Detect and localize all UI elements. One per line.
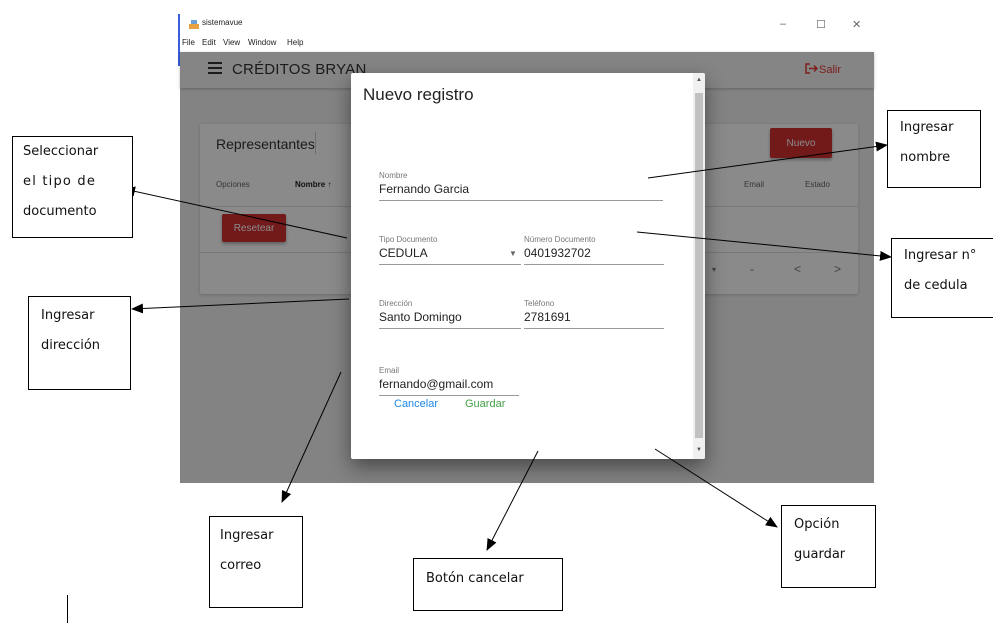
callout-line: correo [220,558,262,573]
telefono-input[interactable]: 2781691 [524,310,571,324]
close-button[interactable]: ✕ [852,18,861,31]
window-title: sistemavue [202,18,243,27]
tipo-documento-label: Tipo Documento [379,235,438,244]
callout-guardar: Opción guardar [781,505,876,588]
callout-line: de cedula [904,278,968,293]
callout-line: el tipo de [23,174,97,189]
dialog-scrollbar[interactable]: ▲ ▼ [693,73,705,459]
callout-line: documento [23,204,97,219]
numero-documento-input[interactable]: 0401932702 [524,246,591,260]
telefono-label: Teléfono [524,299,555,308]
callout-cancelar: Botón cancelar [413,558,563,611]
callout-line: Seleccionar [23,144,99,159]
menu-view[interactable]: View [223,38,240,47]
nombre-label: Nombre [379,171,408,180]
maximize-button[interactable]: ☐ [816,18,826,31]
callout-nombre: Ingresar nombre [887,110,981,188]
menu-window[interactable]: Window [248,38,276,47]
direccion-label: Dirección [379,299,413,308]
callout-tipo-documento: Seleccionar el tipo de documento [12,136,133,238]
email-underline [379,395,519,396]
nombre-underline [379,200,663,201]
direccion-underline [379,328,521,329]
numero-documento-underline [524,264,664,265]
save-button[interactable]: Guardar [465,398,505,410]
callout-line: Ingresar [900,120,954,135]
title-bar: sistemavue – ☐ ✕ [180,14,874,38]
minimize-button[interactable]: – [780,18,786,30]
cancel-button[interactable]: Cancelar [394,398,438,410]
tipo-documento-underline [379,264,521,265]
direccion-input[interactable]: Santo Domingo [379,310,462,324]
callout-line: Opción [794,517,840,532]
email-label: Email [379,366,400,375]
chevron-down-icon[interactable]: ▼ [509,249,517,258]
nombre-input[interactable]: Fernando Garcia [379,182,469,196]
callout-line: Ingresar [220,528,274,543]
menu-file[interactable]: File [182,38,195,47]
dialog-title: Nuevo registro [363,85,474,104]
text-cursor [67,595,68,623]
callout-line: Botón cancelar [426,571,524,586]
callout-correo: Ingresar correo [209,516,303,608]
callout-line: Ingresar [41,308,95,323]
callout-line: Ingresar n° [904,248,977,263]
email-input[interactable]: fernando@gmail.com [379,377,493,391]
menu-edit[interactable]: Edit [202,38,216,47]
tipo-documento-value[interactable]: CEDULA [379,246,428,260]
scroll-up-icon[interactable]: ▲ [696,77,702,83]
menu-help[interactable]: Help [287,38,303,47]
callout-cedula: Ingresar n° de cedula [891,238,993,318]
scroll-thumb[interactable] [695,93,703,438]
scroll-down-icon[interactable]: ▼ [696,447,702,453]
app-window: sistemavue – ☐ ✕ File Edit View Window H… [178,14,874,483]
menu-bar: File Edit View Window Help [180,36,874,50]
telefono-underline [524,328,664,329]
callout-direccion: Ingresar dirección [28,296,131,390]
callout-line: guardar [794,547,846,562]
callout-line: dirección [41,338,101,353]
callout-line: nombre [900,150,951,165]
numero-documento-label: Número Documento [524,235,596,244]
app-icon [189,20,199,29]
